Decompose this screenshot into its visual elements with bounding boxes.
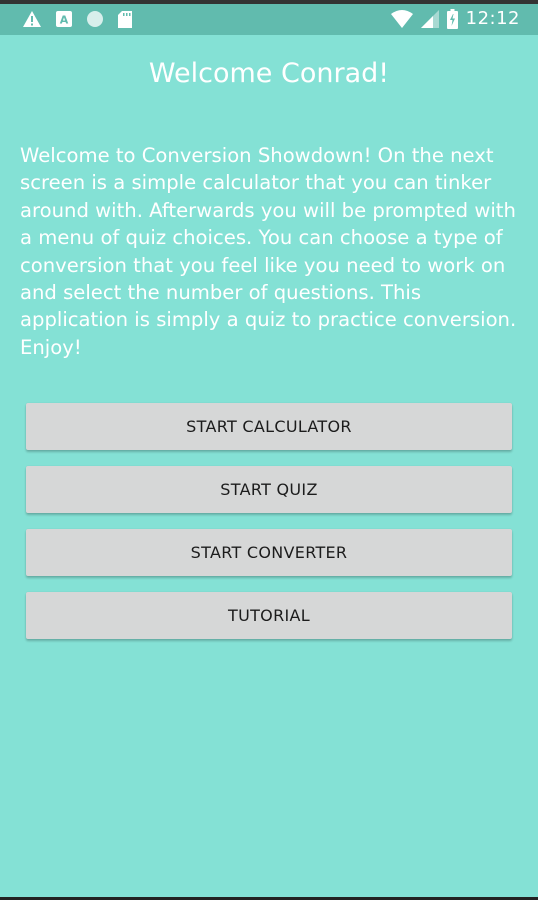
start-converter-button[interactable]: START CONVERTER — [26, 529, 512, 576]
start-calculator-button[interactable]: START CALCULATOR — [26, 403, 512, 450]
cell-signal-icon — [420, 9, 439, 28]
tutorial-button[interactable]: TUTORIAL — [26, 592, 512, 639]
start-quiz-button[interactable]: START QUIZ — [26, 466, 512, 513]
page-title: Welcome Conrad! — [148, 58, 390, 89]
sd-card-icon — [118, 10, 132, 28]
wifi-icon — [390, 9, 413, 28]
svg-text:A: A — [60, 14, 69, 27]
intro-text: Welcome to Conversion Showdown! On the n… — [20, 144, 517, 359]
system-icons: 12:12 — [390, 8, 520, 29]
status-bar: A 12:12 — [0, 0, 538, 35]
circle-notification-icon — [86, 10, 104, 28]
warning-icon — [22, 10, 42, 28]
a-notification-icon: A — [56, 11, 72, 27]
status-time: 12:12 — [465, 8, 520, 29]
notification-icons: A — [22, 10, 132, 28]
battery-charging-icon — [446, 8, 458, 29]
